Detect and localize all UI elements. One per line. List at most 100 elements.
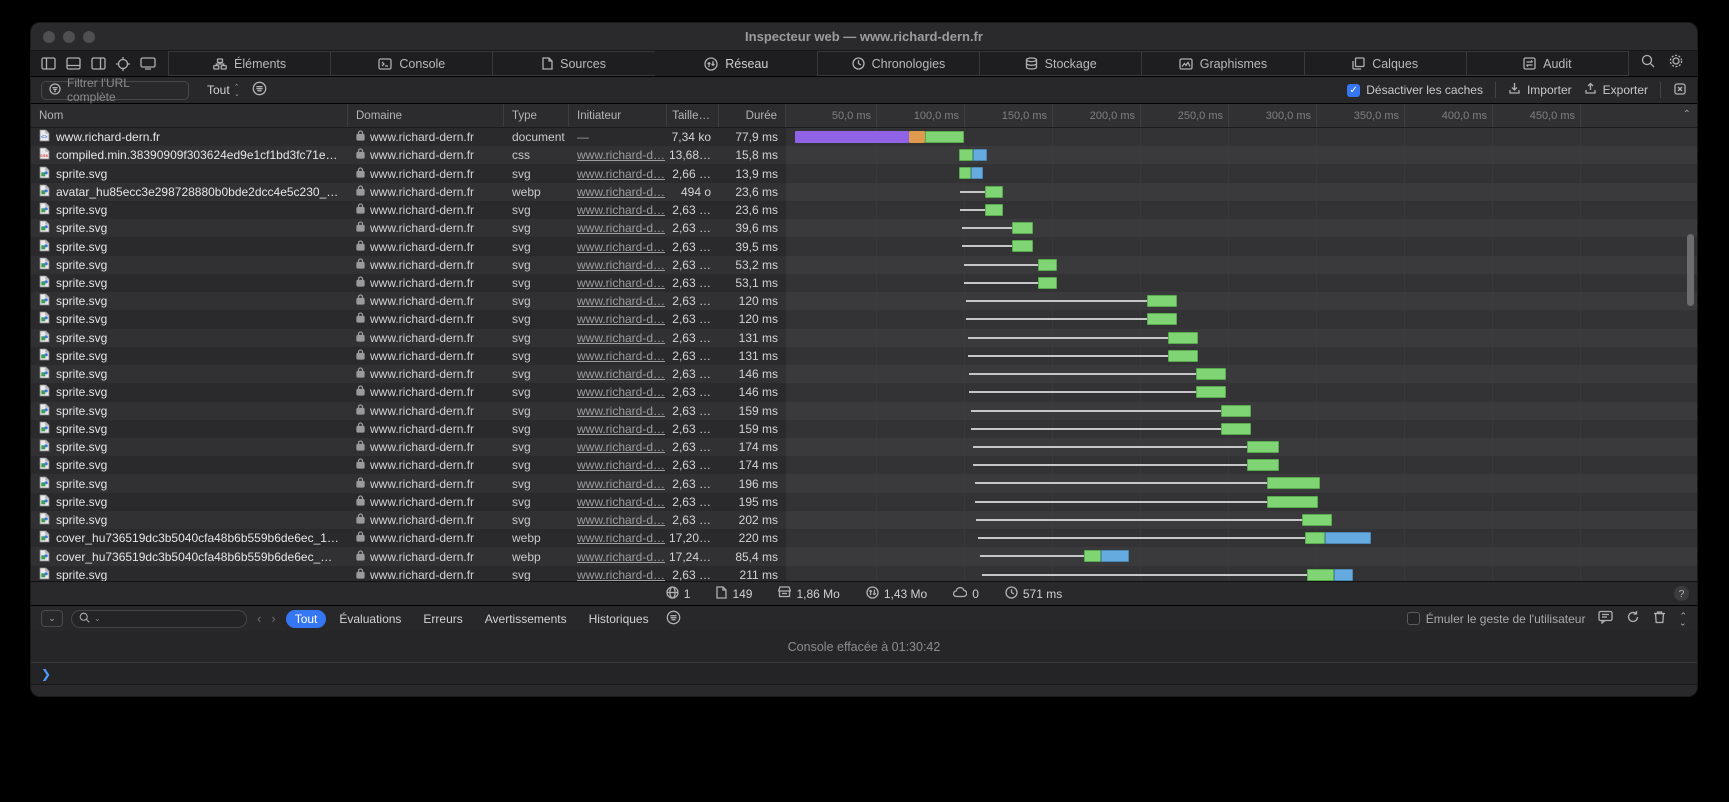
table-row[interactable]: sprite.svg www.richard-dern.fr svg www.r… [31, 566, 1697, 581]
tab-graphics[interactable]: Graphismes [1141, 51, 1303, 76]
import-button[interactable]: Importer [1508, 82, 1572, 98]
console-filter-avertissements[interactable]: Avertissements [476, 610, 576, 628]
tab-audit[interactable]: Audit [1466, 51, 1629, 76]
help-icon[interactable]: ? [1674, 586, 1689, 601]
initiator-link[interactable]: www.richard-d… [577, 531, 665, 545]
console-trash-icon[interactable] [1653, 610, 1666, 627]
initiator-link[interactable]: www.richard-d… [577, 513, 665, 527]
console-filter-erreurs[interactable]: Erreurs [414, 610, 471, 628]
initiator-link[interactable]: www.richard-d… [577, 440, 665, 454]
console-filter-tout[interactable]: Tout [286, 610, 327, 628]
initiator-link[interactable]: www.richard-d… [577, 276, 665, 290]
table-row[interactable]: sprite.svg www.richard-dern.fr svg www.r… [31, 292, 1697, 310]
resource-scope-select[interactable]: Tout ⌃⌃ [207, 83, 240, 97]
table-row[interactable]: avatar_hu85ecc3e298728880b0bde2dcc4e5c23… [31, 183, 1697, 201]
tab-timelines[interactable]: Chronologies [817, 51, 979, 76]
column-header-size[interactable]: Taille… [667, 104, 719, 127]
initiator-link[interactable]: www.richard-d… [577, 458, 665, 472]
console-prompt-row[interactable]: ❯ [31, 663, 1697, 685]
console-reload-icon[interactable] [1626, 610, 1640, 627]
table-row[interactable]: sprite.svg www.richard-dern.fr svg www.r… [31, 256, 1697, 274]
console-search-input[interactable]: ⌄ [71, 610, 247, 628]
table-row[interactable]: sprite.svg www.richard-dern.fr svg www.r… [31, 474, 1697, 492]
column-header-initiator[interactable]: Initiateur [569, 104, 667, 127]
table-row[interactable]: sprite.svg www.richard-dern.fr svg www.r… [31, 383, 1697, 401]
column-header-duration[interactable]: Durée [719, 104, 786, 127]
column-header-name[interactable]: Nom [31, 104, 348, 127]
initiator-link[interactable]: www.richard-d… [577, 312, 665, 326]
console-filter-évaluations[interactable]: Évaluations [330, 610, 410, 628]
table-row[interactable]: sprite.svg www.richard-dern.fr svg www.r… [31, 164, 1697, 182]
table-row[interactable]: css compiled.min.38390909f303624ed9e1cf1… [31, 146, 1697, 164]
initiator-link[interactable]: www.richard-d… [577, 203, 665, 217]
initiator-link[interactable]: www.richard-d… [577, 185, 665, 199]
table-row[interactable]: sprite.svg www.richard-dern.fr svg www.r… [31, 456, 1697, 474]
filter-options-icon[interactable] [252, 81, 267, 99]
column-header-type[interactable]: Type [504, 104, 569, 127]
vertical-scrollbar-thumb[interactable] [1687, 234, 1694, 306]
gear-icon[interactable] [1669, 54, 1683, 73]
table-row[interactable]: sprite.svg www.richard-dern.fr svg www.r… [31, 493, 1697, 511]
element-picker-icon[interactable] [116, 57, 130, 71]
initiator-link[interactable]: www.richard-d… [577, 422, 665, 436]
table-row[interactable]: sprite.svg www.richard-dern.fr svg www.r… [31, 438, 1697, 456]
table-row[interactable]: sprite.svg www.richard-dern.fr svg www.r… [31, 201, 1697, 219]
zoom-window-button[interactable] [83, 31, 95, 43]
table-row[interactable]: sprite.svg www.richard-dern.fr svg www.r… [31, 274, 1697, 292]
tab-console[interactable]: Console [330, 51, 492, 76]
minimize-window-button[interactable] [63, 31, 75, 43]
initiator-link[interactable]: www.richard-d… [577, 495, 665, 509]
table-row[interactable]: sprite.svg www.richard-dern.fr svg www.r… [31, 237, 1697, 255]
emulate-user-gesture-checkbox[interactable]: ✓ Émuler le geste de l'utilisateur [1407, 612, 1586, 626]
console-forward-icon[interactable]: › [271, 611, 275, 626]
initiator-link[interactable]: www.richard-d… [577, 550, 665, 564]
console-filter-historiques[interactable]: Historiques [580, 610, 658, 628]
initiator-link[interactable]: www.richard-d… [577, 349, 665, 363]
export-button[interactable]: Exporter [1584, 82, 1648, 98]
tab-elements[interactable]: Éléments [168, 51, 330, 76]
scroll-up-icon[interactable]: ⌃ [1683, 109, 1691, 120]
table-row[interactable]: sprite.svg www.richard-dern.fr svg www.r… [31, 310, 1697, 328]
initiator-link[interactable]: www.richard-d… [577, 568, 665, 581]
dock-right-icon[interactable] [91, 57, 106, 70]
table-row[interactable]: sprite.svg www.richard-dern.fr svg www.r… [31, 365, 1697, 383]
url-filter-input[interactable]: Filtrer l'URL complète [41, 81, 189, 100]
tab-layers[interactable]: Calques [1304, 51, 1466, 76]
initiator-link[interactable]: www.richard-d… [577, 367, 665, 381]
initiator-link[interactable]: www.richard-d… [577, 331, 665, 345]
initiator-link[interactable]: www.richard-d… [577, 294, 665, 308]
tab-sources[interactable]: Sources [492, 51, 654, 76]
table-row[interactable]: <> www.richard-dern.fr www.richard-dern.… [31, 128, 1697, 146]
clear-network-items-icon[interactable] [1673, 82, 1687, 99]
table-row[interactable]: sprite.svg www.richard-dern.fr svg www.r… [31, 402, 1697, 420]
device-settings-icon[interactable] [140, 57, 156, 70]
table-row[interactable]: sprite.svg www.richard-dern.fr svg www.r… [31, 347, 1697, 365]
expand-console-icon[interactable]: ⌃⌃ [1679, 613, 1687, 625]
dock-bottom-icon[interactable] [66, 57, 81, 70]
initiator-link[interactable]: www.richard-d… [577, 148, 665, 162]
disable-caches-checkbox[interactable]: ✓ Désactiver les caches [1347, 83, 1483, 97]
table-row[interactable]: sprite.svg www.richard-dern.fr svg www.r… [31, 511, 1697, 529]
initiator-link[interactable]: www.richard-d… [577, 477, 665, 491]
column-header-domain[interactable]: Domaine [348, 104, 504, 127]
console-messages-icon[interactable] [1598, 610, 1613, 627]
table-row[interactable]: sprite.svg www.richard-dern.fr svg www.r… [31, 219, 1697, 237]
initiator-link[interactable]: www.richard-d… [577, 385, 665, 399]
close-window-button[interactable] [43, 31, 55, 43]
table-row[interactable]: sprite.svg www.richard-dern.fr svg www.r… [31, 420, 1697, 438]
dock-left-icon[interactable] [41, 57, 56, 70]
table-row[interactable]: cover_hu736519dc3b5040cfa48b6b559b6de6ec… [31, 529, 1697, 547]
table-row[interactable]: sprite.svg www.richard-dern.fr svg www.r… [31, 329, 1697, 347]
tab-network[interactable]: Réseau [655, 51, 817, 76]
search-icon[interactable] [1641, 54, 1655, 73]
initiator-link[interactable]: www.richard-d… [577, 404, 665, 418]
initiator-link[interactable]: www.richard-d… [577, 258, 665, 272]
tab-storage[interactable]: Stockage [979, 51, 1141, 76]
console-scope-icon[interactable]: ⌄ [41, 610, 63, 627]
console-back-icon[interactable]: ‹ [257, 611, 261, 626]
initiator-link[interactable]: www.richard-d… [577, 167, 665, 181]
table-row[interactable]: cover_hu736519dc3b5040cfa48b6b559b6de6ec… [31, 547, 1697, 565]
initiator-link[interactable]: www.richard-d… [577, 221, 665, 235]
console-options-icon[interactable] [666, 610, 681, 628]
initiator-link[interactable]: www.richard-d… [577, 240, 665, 254]
